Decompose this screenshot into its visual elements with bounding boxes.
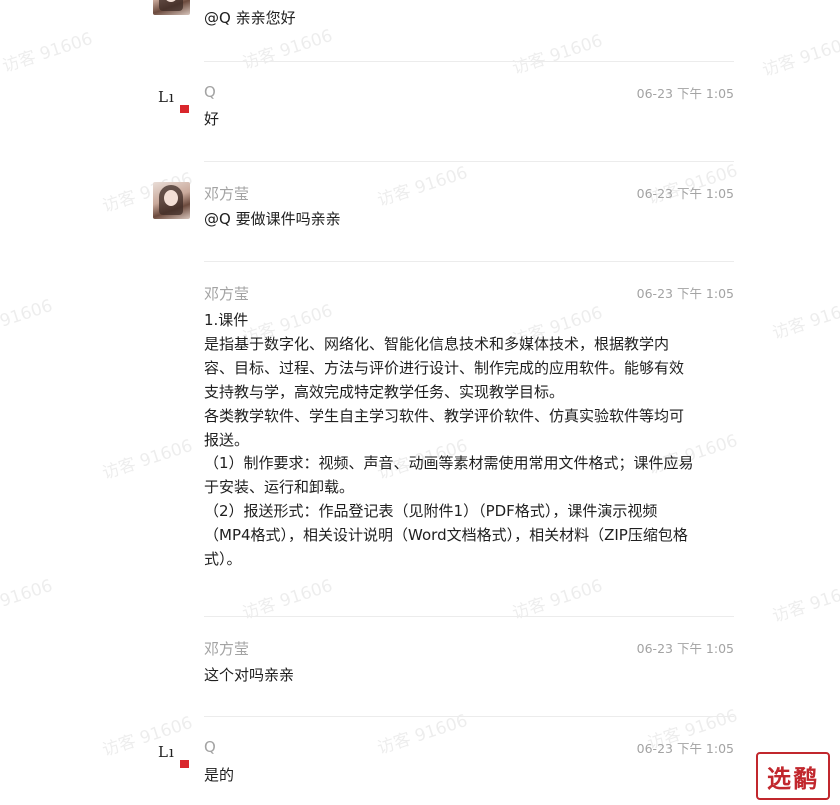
message-time: 06-23 下午 1:05: [636, 286, 734, 301]
message-text: @Q 要做课件吗亲亲: [204, 210, 341, 228]
chat-message: Lı Q 06-23 下午 1:05 是的: [150, 735, 740, 805]
chat-message: 邓方莹 06-23 下午 1:05 这个对吗亲亲: [150, 635, 740, 717]
message-time: 06-23 下午 1:05: [636, 641, 734, 656]
message-text: 这个对吗亲亲: [204, 666, 295, 684]
message-time: 06-23 下午 1:05: [636, 86, 734, 101]
message-text: 是的: [204, 766, 235, 784]
watermark: 访客 91606: [769, 295, 840, 344]
message-text: 1.课件 是指基于数字化、网络化、智能化信息技术和多媒体技术，根据教学内容、目标…: [204, 311, 694, 569]
message-divider: [204, 61, 734, 62]
message-time: 06-23 下午 1:05: [636, 186, 734, 201]
watermark: 访客 91606: [0, 295, 56, 344]
avatar[interactable]: [153, 0, 190, 15]
watermark: 访客 91606: [0, 28, 96, 77]
avatar[interactable]: Lı: [153, 741, 190, 778]
message-divider: [204, 616, 734, 617]
chat-message: 邓方莹 06-23 下午 1:05 @Q 要做课件吗亲亲: [150, 180, 740, 262]
flag-icon: [180, 105, 189, 113]
watermark: 访客 91606: [0, 575, 56, 624]
message-divider: [204, 261, 734, 262]
chat-message: @Q 亲亲您好: [150, 0, 740, 62]
chat-message: Lı Q 06-23 下午 1:05 好: [150, 80, 740, 162]
message-divider: [204, 716, 734, 717]
avatar[interactable]: [153, 182, 190, 219]
corner-logo-badge: 选鹬: [756, 752, 830, 800]
watermark: 访客 91606: [759, 32, 840, 81]
flag-icon: [180, 760, 189, 768]
message-time: 06-23 下午 1:05: [636, 741, 734, 756]
sender-name[interactable]: Q: [204, 738, 216, 756]
chat-message: 邓方莹 06-23 下午 1:05 1.课件 是指基于数字化、网络化、智能化信息…: [150, 280, 740, 618]
avatar[interactable]: Lı: [153, 86, 190, 123]
watermark: 访客 91606: [769, 578, 840, 627]
sender-name[interactable]: 邓方莹: [204, 283, 249, 304]
message-text: 好: [204, 110, 220, 128]
message-text: @Q 亲亲您好: [204, 9, 296, 27]
sender-name[interactable]: Q: [204, 83, 216, 101]
message-divider: [204, 161, 734, 162]
sender-name[interactable]: 邓方莹: [204, 638, 249, 659]
sender-name[interactable]: 邓方莹: [204, 183, 249, 204]
